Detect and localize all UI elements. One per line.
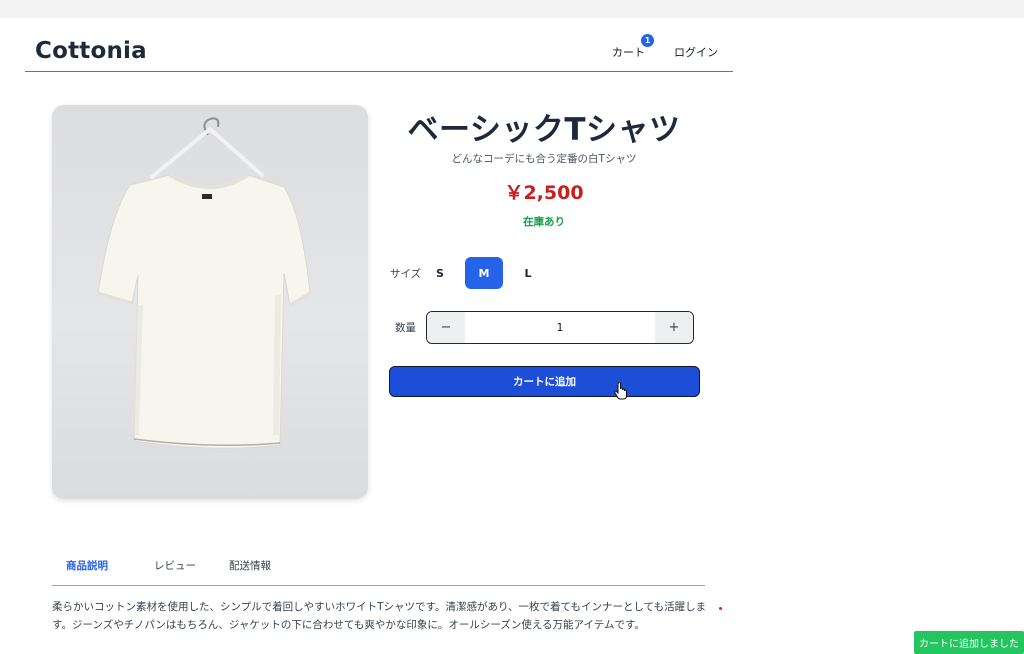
cart-count-badge: 1	[641, 34, 654, 47]
nav-cart-link[interactable]: カート	[612, 44, 645, 60]
size-option-s[interactable]: S	[421, 257, 459, 289]
red-dot-marker	[719, 607, 722, 610]
add-to-cart-button[interactable]: カートに追加	[389, 366, 700, 397]
product-subtitle: どんなコーデにも合う定番の白Tシャツ	[451, 153, 637, 165]
plus-icon: +	[668, 320, 680, 335]
tshirt-icon	[97, 117, 311, 449]
quantity-increment-button[interactable]: +	[655, 312, 693, 343]
hand-cursor-icon	[614, 382, 627, 400]
stock-status: 在庫あり	[523, 216, 565, 228]
quantity-label: 数量	[395, 322, 416, 334]
product-description: 柔らかいコットン素材を使用した、シンプルで着回しやすいホワイトTシャツです。清潔…	[52, 601, 707, 631]
quantity-input[interactable]: 1	[467, 312, 653, 343]
minus-icon: −	[440, 320, 452, 335]
size-option-m[interactable]: M	[465, 257, 503, 289]
site-logo[interactable]: Cottonia	[35, 38, 147, 64]
product-price: ￥2,500	[504, 182, 584, 204]
product-tabs: 商品説明 レビュー 配送情報	[52, 548, 705, 586]
size-label: サイズ	[390, 268, 422, 280]
toast-notification: カートに追加しました	[914, 631, 1024, 654]
nav-login-link[interactable]: ログイン	[674, 44, 718, 60]
tab-description[interactable]: 商品説明	[66, 558, 108, 573]
quantity-stepper: − 1 +	[426, 311, 694, 344]
tab-shipping[interactable]: 配送情報	[229, 558, 271, 573]
product-image	[52, 105, 368, 499]
browser-top-strip	[0, 0, 1024, 18]
tab-reviews[interactable]: レビュー	[154, 558, 196, 573]
product-title: ベーシックTシャツ	[407, 112, 681, 148]
size-option-l[interactable]: L	[509, 257, 547, 289]
site-header: Cottonia カート 1 ログイン	[25, 32, 733, 72]
quantity-decrement-button[interactable]: −	[427, 312, 465, 343]
